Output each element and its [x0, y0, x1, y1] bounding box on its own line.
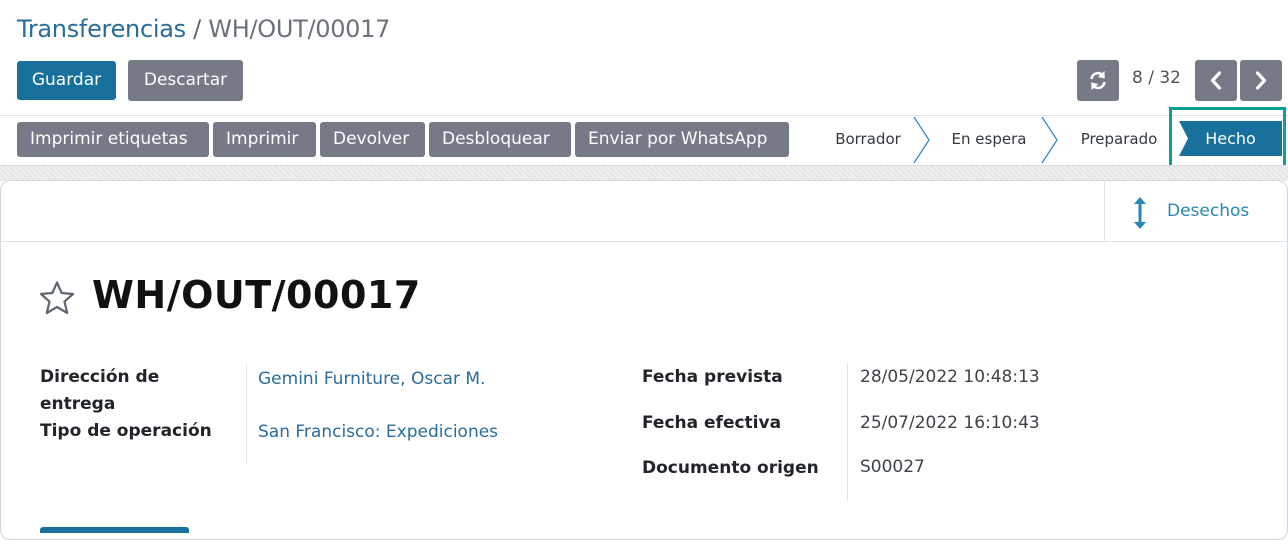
- return-button[interactable]: Devolver: [320, 122, 425, 157]
- record-title: WH/OUT/00017: [92, 273, 421, 317]
- print-labels-button[interactable]: Imprimir etiquetas: [17, 122, 209, 157]
- breadcrumb-separator: /: [185, 15, 209, 43]
- refresh-icon: [1090, 71, 1106, 90]
- star-icon[interactable]: [38, 280, 76, 316]
- notebook-tab[interactable]: [40, 527, 189, 533]
- scrap-smart-button[interactable]: Desechos: [1104, 181, 1288, 241]
- statusbar: Imprimir etiquetas Imprimir Devolver Des…: [0, 115, 1288, 165]
- scrap-smart-button-label: Desechos: [1167, 201, 1250, 221]
- form-sheet: Desechos: [0, 180, 1288, 540]
- effective-date-label: Fecha efectiva: [642, 413, 782, 433]
- save-button[interactable]: Guardar: [17, 61, 116, 100]
- active-stage-highlight: [1169, 107, 1286, 169]
- control-panel: Transferencias / WH/OUT/00017 Guardar De…: [0, 0, 1288, 115]
- stage-draft[interactable]: Borrador: [822, 116, 914, 163]
- send-whatsapp-button[interactable]: Enviar por WhatsApp: [575, 122, 789, 157]
- chevron-right-icon: [1255, 71, 1267, 90]
- field-separator: [246, 364, 247, 464]
- stage-ready[interactable]: Preparado: [1060, 116, 1178, 163]
- unlock-button[interactable]: Desbloquear: [429, 122, 571, 157]
- operation-type-label: Tipo de operación: [40, 421, 212, 441]
- chevron-left-icon: [1210, 71, 1222, 90]
- source-document-label: Documento origen: [642, 458, 819, 478]
- breadcrumb-parent-link[interactable]: Transferencias: [17, 15, 186, 43]
- operation-type-value[interactable]: San Francisco: Expediciones: [258, 419, 498, 446]
- pager-next-button[interactable]: [1240, 60, 1282, 101]
- delivery-address-value[interactable]: Gemini Furniture, Oscar M.: [258, 366, 485, 393]
- form-background: [0, 165, 1288, 181]
- vertical-arrows-icon: [1134, 197, 1146, 229]
- stage-separator-chevron: [913, 116, 930, 164]
- source-document-value[interactable]: S00027: [860, 454, 925, 481]
- delivery-address-label: Dirección de entrega: [40, 364, 159, 418]
- field-separator: [847, 364, 848, 500]
- scheduled-date-value[interactable]: 28/05/2022 10:48:13: [860, 364, 1040, 391]
- delivery-address-label-line1: Dirección de: [40, 367, 160, 387]
- reload-button[interactable]: [1077, 60, 1119, 101]
- smart-button-box: Desechos: [1, 181, 1287, 242]
- print-button[interactable]: Imprimir: [213, 122, 316, 157]
- pager-value[interactable]: 8 / 32: [1132, 68, 1181, 88]
- stage-waiting[interactable]: En espera: [932, 116, 1046, 163]
- stage-separator-chevron: [1041, 116, 1058, 164]
- breadcrumb: Transferencias / WH/OUT/00017: [17, 12, 390, 46]
- pager-previous-button[interactable]: [1195, 60, 1237, 101]
- scheduled-date-label: Fecha prevista: [642, 367, 783, 387]
- breadcrumb-current: WH/OUT/00017: [208, 15, 391, 43]
- discard-button[interactable]: Descartar: [128, 60, 243, 101]
- effective-date-value[interactable]: 25/07/2022 16:10:43: [860, 410, 1040, 437]
- delivery-address-label-line2: entrega: [40, 394, 116, 414]
